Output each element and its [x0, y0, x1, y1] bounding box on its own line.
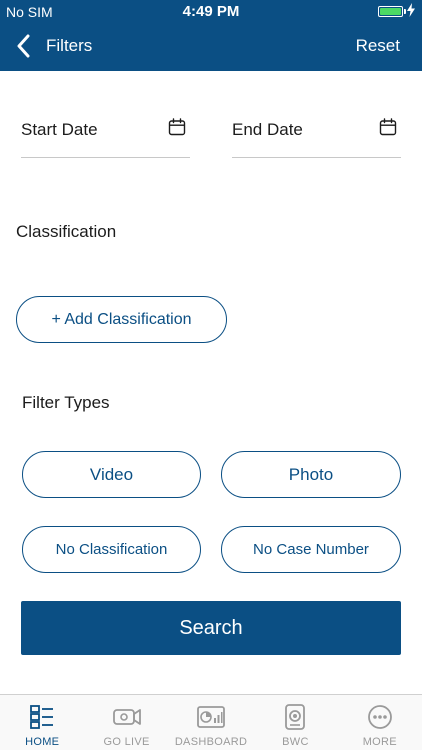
start-date-field[interactable]: Start Date [21, 106, 190, 158]
start-date-label: Start Date [21, 120, 98, 139]
battery-level [380, 8, 401, 15]
tab-label: DASHBOARD [174, 736, 248, 748]
status-time: 4:49 PM [182, 3, 240, 20]
camera-icon [112, 709, 141, 725]
page-title: Filters [46, 36, 93, 55]
add-classification-button[interactable]: + Add Classification [16, 296, 227, 343]
end-date-label: End Date [232, 120, 303, 139]
chevron-left-icon [17, 34, 30, 58]
filter-photo-button[interactable]: Photo [221, 451, 401, 498]
filters-screen: No SIM 4:49 PM Filters Reset Start Date … [0, 0, 422, 750]
tab-more[interactable]: MORE [338, 695, 422, 750]
charging-bolt-icon [407, 3, 415, 17]
dashboard-icon [197, 706, 225, 728]
header: No SIM 4:49 PM Filters Reset [0, 0, 422, 71]
filter-no-case-number-button[interactable]: No Case Number [221, 526, 401, 573]
calendar-icon [168, 118, 186, 136]
tab-label: MORE [362, 736, 397, 748]
home-list-icon [30, 705, 54, 729]
tab-bwc[interactable]: BWC [253, 695, 337, 750]
tab-label: HOME [25, 736, 60, 748]
battery-icon [378, 6, 406, 17]
calendar-icon [379, 118, 397, 136]
reset-button[interactable]: Reset [356, 36, 400, 56]
search-button[interactable]: Search [21, 601, 401, 655]
classification-heading: Classification [16, 222, 117, 241]
body-camera-icon [285, 704, 306, 730]
filter-no-classification-button[interactable]: No Classification [22, 526, 201, 573]
tab-dashboard[interactable]: DASHBOARD [169, 695, 253, 750]
tab-go-live[interactable]: GO LIVE [84, 695, 168, 750]
filter-types-heading: Filter Types [22, 393, 110, 412]
more-icon [367, 705, 392, 729]
back-button[interactable]: Filters [16, 30, 100, 62]
tab-label: BWC [282, 736, 309, 748]
tab-bar: HOME GO LIVE DASHBOARD BWC MORE [0, 694, 422, 750]
end-date-field[interactable]: End Date [232, 106, 401, 158]
tab-label: GO LIVE [103, 736, 150, 748]
tab-home[interactable]: HOME [0, 695, 84, 750]
filter-video-button[interactable]: Video [22, 451, 201, 498]
